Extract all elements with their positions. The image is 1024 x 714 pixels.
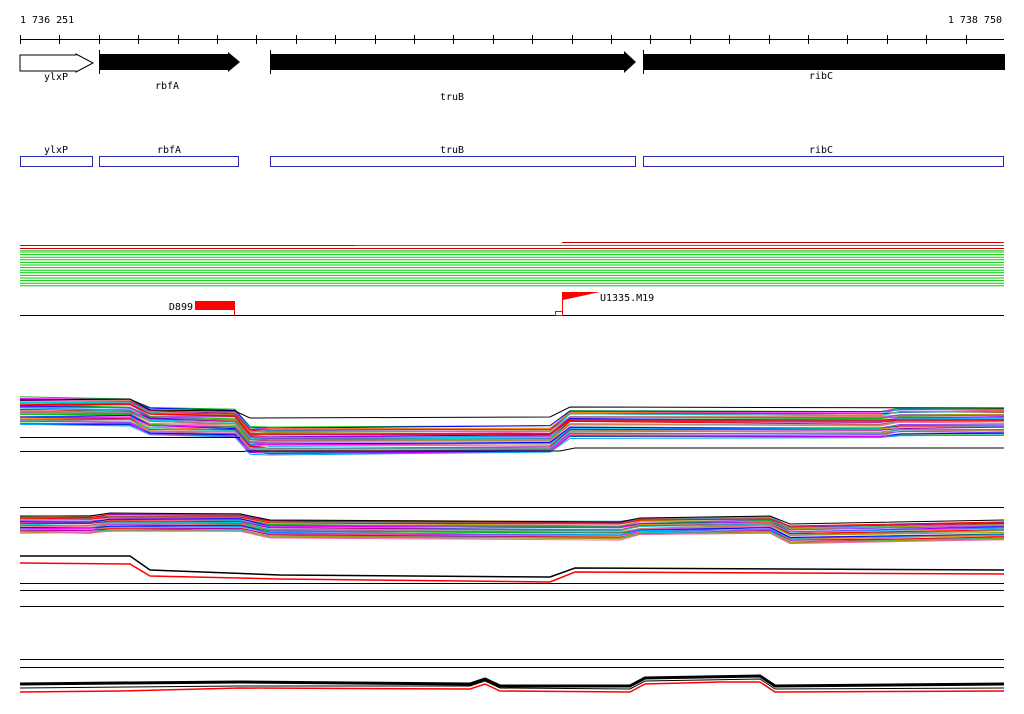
coordinate-ruler [20, 35, 1004, 44]
gene-arrow-ylxP[interactable]: ylxP [19, 53, 95, 83]
gene-arrow-ribC[interactable]: ribC [643, 50, 1006, 82]
gene-arrow-track: ylxP rbfA truB ribC [19, 50, 1006, 103]
gene-box-label: rbfA [157, 145, 181, 156]
end-coordinate: 1 738 750 [948, 15, 1002, 26]
genome-browser: 1 736 251 1 738 750 ylxP rbfA truB ribC … [19, 15, 1006, 693]
gene-label: rbfA [155, 81, 179, 92]
feature-label: U1335.M19 [600, 293, 654, 304]
profile-line [19, 562, 1005, 583]
expression-profile-panel-4 [19, 659, 1005, 693]
profile-line [19, 674, 1005, 688]
feature-D899[interactable]: D899 [169, 301, 235, 315]
gene-box-track: ylxP rbfA truB ribC [20, 145, 1004, 167]
feature-track: D899 U1335.M19 [20, 292, 1004, 316]
expression-profile-panel-3 [19, 555, 1005, 607]
feature-U1335-M19[interactable]: U1335.M19 [555, 292, 655, 316]
read-lines-track [20, 242, 1004, 287]
expression-profile-panel-2 [19, 507, 1005, 545]
expression-profile-panel-1 [19, 396, 1005, 456]
gene-box-rbfA[interactable]: rbfA [99, 145, 239, 167]
gene-box-label: ribC [809, 145, 833, 156]
gene-label: ribC [809, 71, 833, 82]
gene-box-label: truB [440, 145, 464, 156]
gene-arrow-truB[interactable]: truB [270, 50, 637, 103]
feature-label: D899 [169, 302, 193, 313]
gene-label: ylxP [44, 72, 68, 83]
gene-arrow-rbfA[interactable]: rbfA [99, 50, 241, 92]
gene-box-ylxP[interactable]: ylxP [20, 145, 93, 167]
start-coordinate: 1 736 251 [20, 15, 74, 26]
gene-label: truB [440, 92, 464, 103]
gene-box-truB[interactable]: truB [270, 145, 636, 167]
gene-box-label: ylxP [44, 145, 68, 156]
gene-box-ribC[interactable]: ribC [643, 145, 1004, 167]
